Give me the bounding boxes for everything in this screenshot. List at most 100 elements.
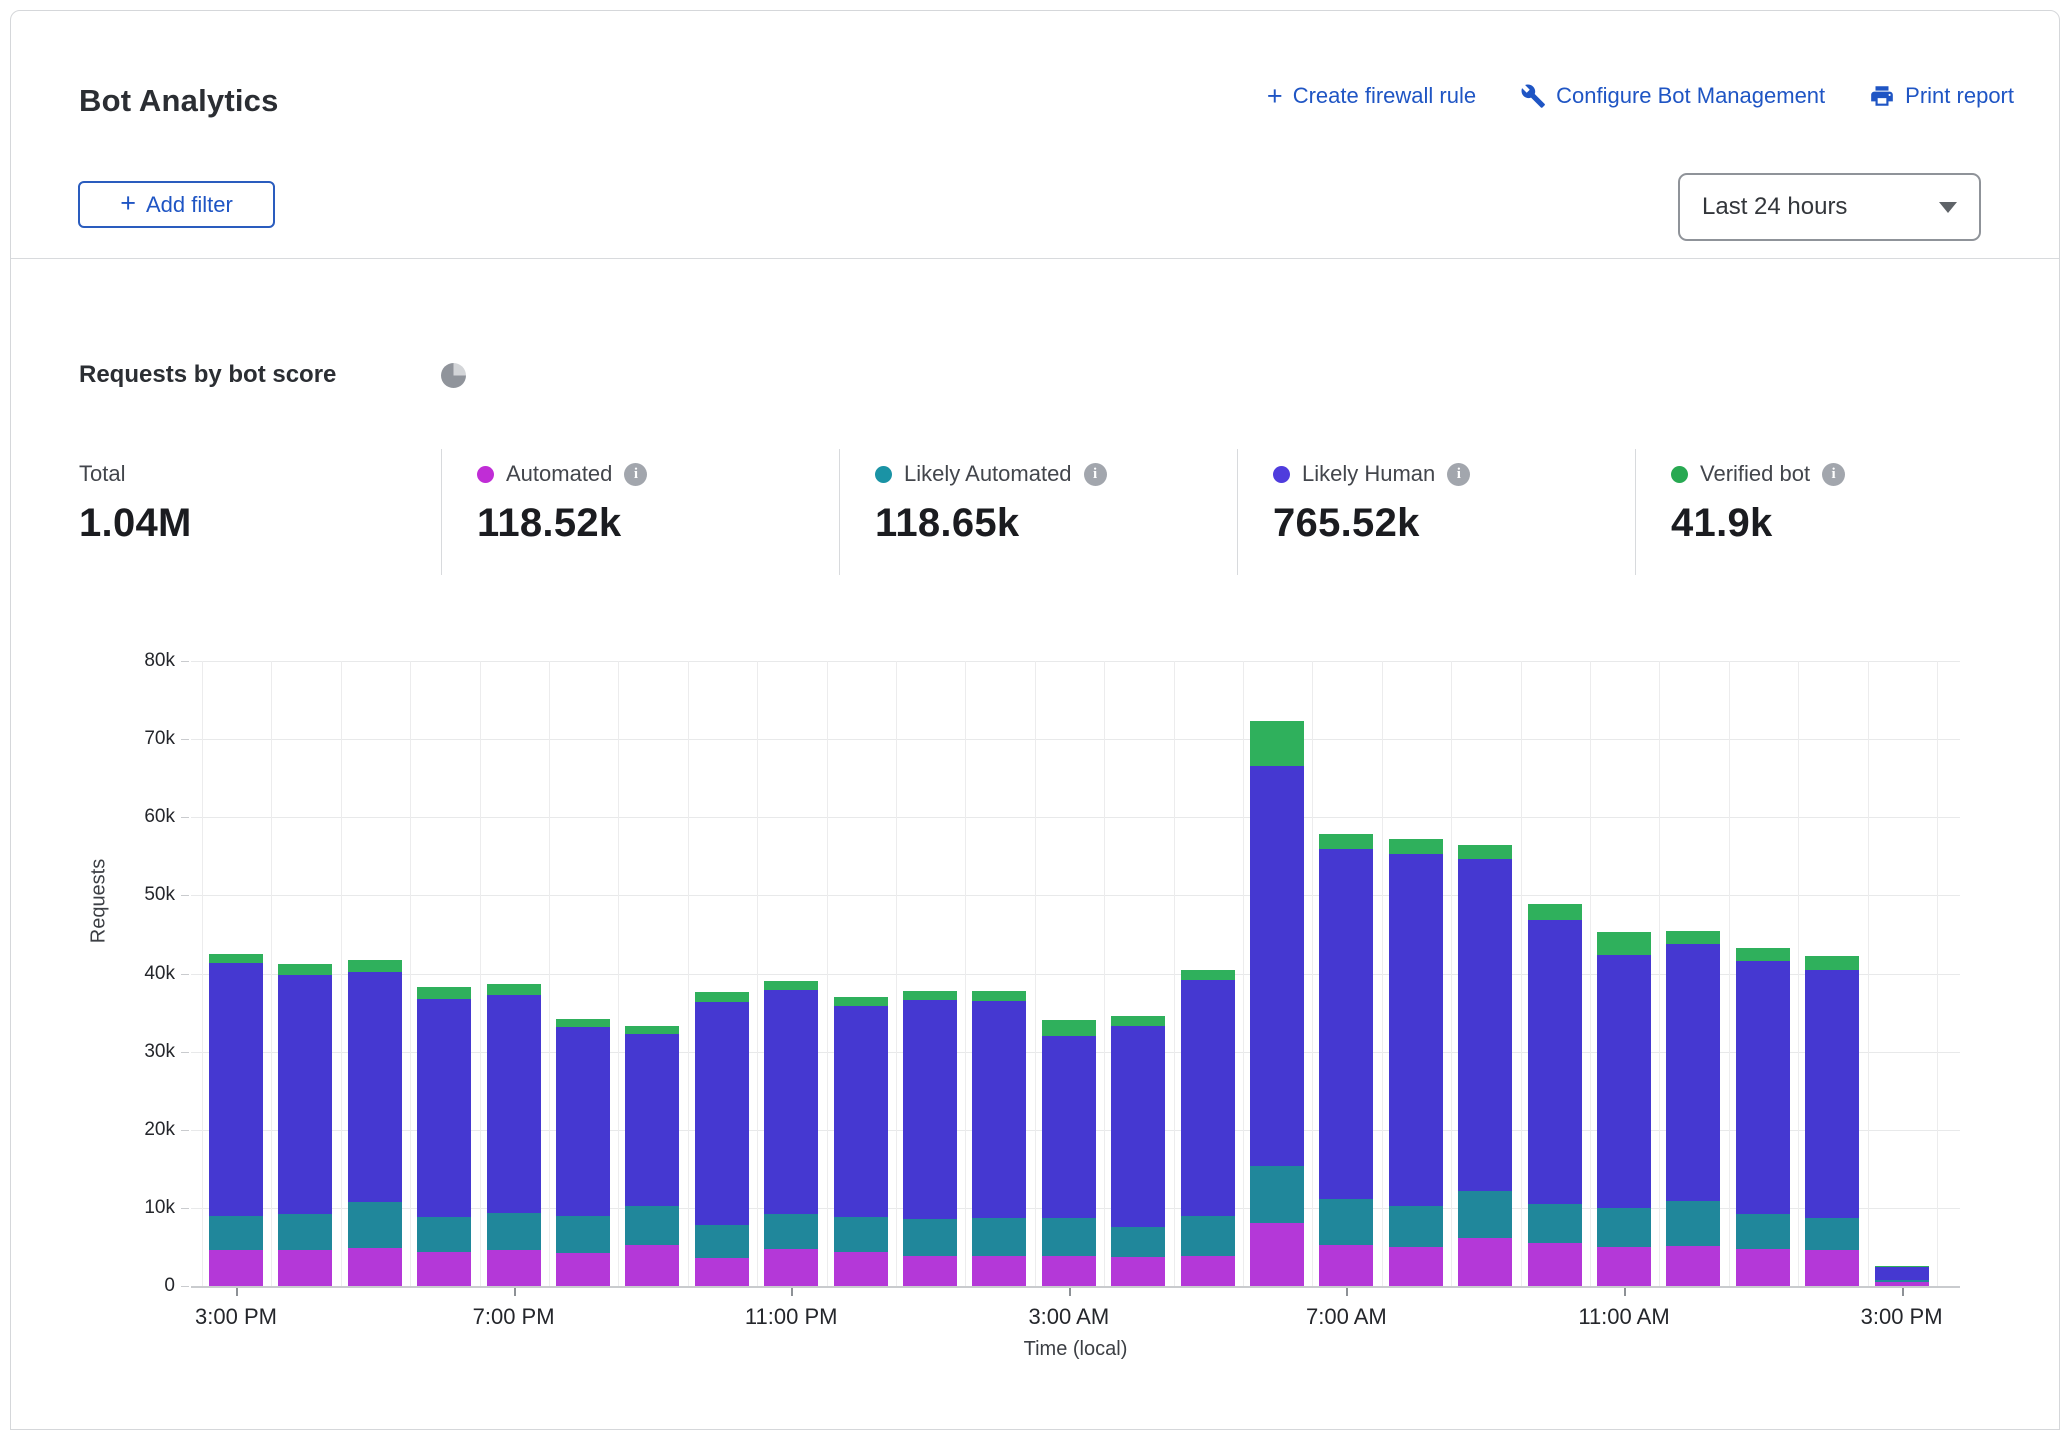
bar-segment-likely-automated[interactable]	[764, 1214, 818, 1248]
bar-segment-likely-human[interactable]	[972, 1001, 1026, 1218]
bar-segment-automated[interactable]	[1042, 1256, 1096, 1286]
bar-segment-likely-human[interactable]	[1736, 961, 1790, 1214]
bar-segment-verified-bot[interactable]	[1875, 1266, 1929, 1267]
bar-segment-likely-automated[interactable]	[903, 1219, 957, 1257]
bar-segment-automated[interactable]	[1666, 1246, 1720, 1286]
bar-segment-verified-bot[interactable]	[1389, 839, 1443, 854]
bar-segment-verified-bot[interactable]	[834, 997, 888, 1006]
bar-segment-verified-bot[interactable]	[1597, 932, 1651, 955]
bar-segment-likely-human[interactable]	[695, 1002, 749, 1225]
bar-segment-likely-automated[interactable]	[1736, 1214, 1790, 1249]
bar-segment-automated[interactable]	[487, 1250, 541, 1286]
bar-segment-likely-human[interactable]	[1111, 1026, 1165, 1227]
bar-segment-likely-automated[interactable]	[834, 1217, 888, 1252]
print-report-link[interactable]: Print report	[1869, 83, 2014, 109]
bar-segment-verified-bot[interactable]	[487, 984, 541, 995]
bar-segment-likely-automated[interactable]	[1111, 1227, 1165, 1257]
bar-segment-automated[interactable]	[278, 1250, 332, 1286]
bar-segment-likely-human[interactable]	[1319, 849, 1373, 1200]
bar-segment-likely-automated[interactable]	[1319, 1199, 1373, 1244]
bar-segment-automated[interactable]	[1528, 1243, 1582, 1286]
bar-segment-likely-human[interactable]	[209, 963, 263, 1215]
bar-segment-automated[interactable]	[1389, 1247, 1443, 1286]
bar-segment-likely-human[interactable]	[348, 972, 402, 1202]
configure-bot-management-link[interactable]: Configure Bot Management	[1520, 83, 1825, 109]
bar-segment-verified-bot[interactable]	[1042, 1020, 1096, 1036]
bar-segment-likely-automated[interactable]	[556, 1216, 610, 1254]
bar-segment-likely-automated[interactable]	[1181, 1216, 1235, 1256]
bar-segment-verified-bot[interactable]	[1111, 1016, 1165, 1026]
bar-segment-likely-automated[interactable]	[1597, 1208, 1651, 1247]
bar-segment-verified-bot[interactable]	[1528, 904, 1582, 920]
bar-segment-verified-bot[interactable]	[1805, 956, 1859, 969]
bar-segment-likely-human[interactable]	[487, 995, 541, 1213]
bar-segment-likely-human[interactable]	[1042, 1036, 1096, 1218]
add-filter-button[interactable]: + Add filter	[78, 181, 275, 228]
bar-segment-automated[interactable]	[972, 1256, 1026, 1286]
bar-segment-likely-automated[interactable]	[487, 1213, 541, 1250]
info-icon[interactable]: i	[1084, 463, 1107, 486]
bar-segment-automated[interactable]	[1319, 1245, 1373, 1286]
info-icon[interactable]: i	[624, 463, 647, 486]
bar-segment-likely-automated[interactable]	[1875, 1280, 1929, 1282]
bar-segment-likely-automated[interactable]	[1389, 1206, 1443, 1247]
bar-segment-likely-automated[interactable]	[972, 1218, 1026, 1256]
bar-segment-verified-bot[interactable]	[764, 981, 818, 990]
bar-segment-likely-automated[interactable]	[625, 1206, 679, 1244]
bar-segment-automated[interactable]	[625, 1245, 679, 1286]
bar-segment-likely-automated[interactable]	[1458, 1191, 1512, 1238]
bar-segment-automated[interactable]	[834, 1252, 888, 1286]
bar-segment-automated[interactable]	[695, 1258, 749, 1286]
bar-segment-verified-bot[interactable]	[625, 1026, 679, 1034]
bar-segment-likely-human[interactable]	[556, 1027, 610, 1215]
bar-segment-verified-bot[interactable]	[1736, 948, 1790, 961]
bar-segment-automated[interactable]	[1250, 1223, 1304, 1286]
bar-segment-likely-human[interactable]	[625, 1034, 679, 1207]
bar-segment-likely-human[interactable]	[417, 999, 471, 1217]
bar-segment-likely-automated[interactable]	[1042, 1218, 1096, 1256]
bar-segment-likely-human[interactable]	[278, 975, 332, 1214]
bar-segment-likely-automated[interactable]	[348, 1202, 402, 1247]
bar-segment-automated[interactable]	[1597, 1247, 1651, 1286]
bar-segment-likely-automated[interactable]	[1805, 1218, 1859, 1250]
bar-segment-likely-automated[interactable]	[1528, 1204, 1582, 1243]
bar-segment-likely-human[interactable]	[1666, 944, 1720, 1201]
bar-segment-likely-human[interactable]	[1805, 970, 1859, 1218]
bar-segment-likely-human[interactable]	[1875, 1267, 1929, 1280]
bar-segment-automated[interactable]	[1458, 1238, 1512, 1286]
bar-segment-verified-bot[interactable]	[695, 992, 749, 1002]
bar-segment-automated[interactable]	[1805, 1250, 1859, 1286]
bar-segment-likely-human[interactable]	[764, 990, 818, 1214]
bar-segment-likely-automated[interactable]	[417, 1217, 471, 1252]
bar-segment-verified-bot[interactable]	[556, 1019, 610, 1028]
bar-segment-verified-bot[interactable]	[903, 991, 957, 1000]
bar-segment-verified-bot[interactable]	[1181, 970, 1235, 980]
bar-segment-verified-bot[interactable]	[1250, 721, 1304, 766]
bar-segment-likely-human[interactable]	[834, 1006, 888, 1217]
bar-segment-verified-bot[interactable]	[972, 991, 1026, 1000]
create-firewall-rule-link[interactable]: + Create firewall rule	[1267, 83, 1476, 109]
bar-segment-likely-automated[interactable]	[1666, 1201, 1720, 1246]
bar-segment-automated[interactable]	[348, 1248, 402, 1286]
bar-segment-automated[interactable]	[903, 1256, 957, 1286]
bar-segment-likely-human[interactable]	[1250, 766, 1304, 1166]
bar-segment-verified-bot[interactable]	[1319, 834, 1373, 848]
bar-segment-automated[interactable]	[556, 1253, 610, 1286]
bar-segment-automated[interactable]	[1181, 1256, 1235, 1286]
bar-segment-likely-human[interactable]	[1458, 859, 1512, 1191]
bar-segment-likely-automated[interactable]	[1250, 1166, 1304, 1222]
bar-segment-automated[interactable]	[417, 1252, 471, 1286]
bar-segment-automated[interactable]	[1736, 1249, 1790, 1286]
bar-segment-verified-bot[interactable]	[278, 964, 332, 975]
bar-segment-automated[interactable]	[209, 1250, 263, 1286]
info-icon[interactable]: i	[1447, 463, 1470, 486]
bar-segment-automated[interactable]	[1111, 1257, 1165, 1286]
bar-segment-likely-human[interactable]	[1528, 920, 1582, 1204]
bar-segment-verified-bot[interactable]	[348, 960, 402, 972]
bar-segment-likely-human[interactable]	[903, 1000, 957, 1219]
bar-segment-likely-automated[interactable]	[209, 1216, 263, 1250]
bar-segment-automated[interactable]	[764, 1249, 818, 1287]
bar-segment-likely-automated[interactable]	[695, 1225, 749, 1258]
info-icon[interactable]: i	[1822, 463, 1845, 486]
bar-segment-verified-bot[interactable]	[1666, 931, 1720, 944]
